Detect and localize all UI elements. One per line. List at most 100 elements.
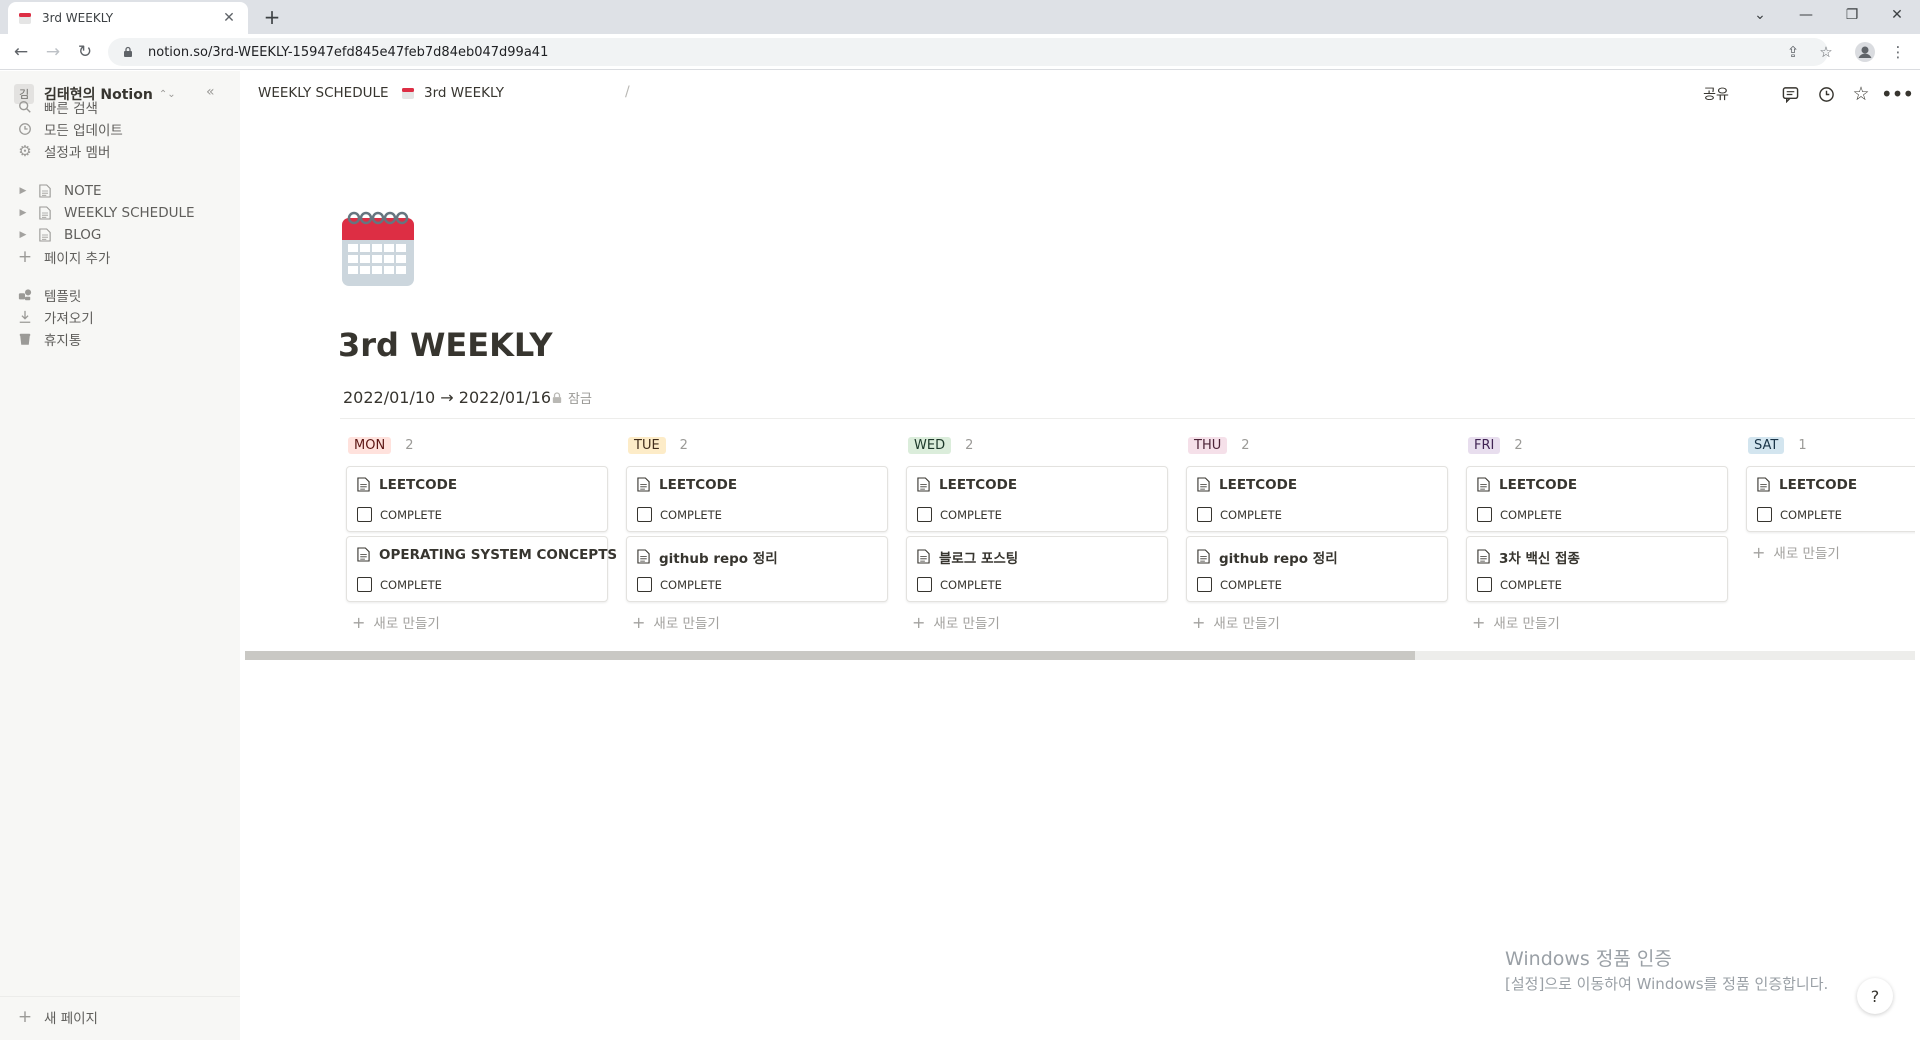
expand-arrow-icon[interactable]: ▶ xyxy=(16,208,30,218)
board-card[interactable]: github repo 정리 COMPLETE xyxy=(626,536,888,602)
complete-checkbox[interactable]: COMPLETE xyxy=(1197,507,1282,522)
add-page-button[interactable]: + 페이지 추가 xyxy=(0,243,240,270)
board-card[interactable]: github repo 정리 COMPLETE xyxy=(1186,536,1448,602)
complete-checkbox[interactable]: COMPLETE xyxy=(917,507,1002,522)
complete-checkbox[interactable]: COMPLETE xyxy=(357,507,442,522)
forward-icon[interactable]: → xyxy=(41,40,65,64)
board-card[interactable]: LEETCODE COMPLETE xyxy=(1746,466,1915,532)
tab-search-chevron-icon[interactable]: ⌄ xyxy=(1737,0,1783,30)
help-button[interactable]: ? xyxy=(1857,978,1893,1014)
complete-checkbox[interactable]: COMPLETE xyxy=(357,577,442,592)
new-card-button[interactable]: + 새로 만들기 xyxy=(632,612,884,633)
board-card[interactable]: LEETCODE COMPLETE xyxy=(626,466,888,532)
profile-avatar-icon[interactable] xyxy=(1854,41,1876,63)
share-button[interactable]: 공유 xyxy=(1696,82,1736,106)
browser-tab[interactable]: 3rd WEEKLY ✕ xyxy=(8,2,248,34)
complete-checkbox[interactable]: COMPLETE xyxy=(1477,577,1562,592)
checkbox-box[interactable] xyxy=(357,577,372,592)
browser-menu-icon[interactable]: ⋮ xyxy=(1887,41,1909,63)
checkbox-box[interactable] xyxy=(1757,507,1772,522)
expand-arrow-icon[interactable]: ▶ xyxy=(16,230,30,240)
breadcrumb-parent[interactable]: WEEKLY SCHEDULE xyxy=(258,85,389,101)
more-options-icon[interactable]: ••• xyxy=(1881,82,1914,106)
breadcrumb-current[interactable]: 3rd WEEKLY xyxy=(401,85,504,101)
new-card-button[interactable]: + 새로 만들기 xyxy=(1472,612,1724,633)
new-page-button[interactable]: + 새 페이지 xyxy=(0,996,240,1036)
board-card[interactable]: LEETCODE COMPLETE xyxy=(1186,466,1448,532)
checkbox-label: COMPLETE xyxy=(1780,507,1842,522)
minimize-button[interactable]: — xyxy=(1783,0,1829,30)
new-card-button[interactable]: + 새로 만들기 xyxy=(912,612,1164,633)
board-card[interactable]: LEETCODE COMPLETE xyxy=(1466,466,1728,532)
column-header[interactable]: FRI 2 xyxy=(1460,428,1724,462)
kanban-board: MON 2 LEETCODE COMPLETE OPERATING SYSTEM CON… xyxy=(340,428,1915,658)
board-card[interactable]: 3차 백신 접종 COMPLETE xyxy=(1466,536,1728,602)
sidebar-item-trash[interactable]: 휴지통 xyxy=(0,325,240,352)
favorite-star-icon[interactable]: ☆ xyxy=(1849,82,1873,106)
complete-checkbox[interactable]: COMPLETE xyxy=(917,577,1002,592)
page-calendar-emoji-icon[interactable] xyxy=(340,206,416,288)
complete-checkbox[interactable]: COMPLETE xyxy=(1197,577,1282,592)
card-title-text: 3차 백신 접종 xyxy=(1499,551,1580,567)
new-card-label: 새로 만들기 xyxy=(1493,616,1560,632)
complete-checkbox[interactable]: COMPLETE xyxy=(1757,507,1842,522)
reload-icon[interactable]: ↻ xyxy=(73,40,97,64)
comment-icon[interactable] xyxy=(1778,82,1802,106)
tab-close-icon[interactable]: ✕ xyxy=(220,10,238,26)
complete-checkbox[interactable]: COMPLETE xyxy=(1477,507,1562,522)
column-header[interactable]: THU 2 xyxy=(1180,428,1444,462)
new-card-button[interactable]: + 새로 만들기 xyxy=(1752,542,1915,563)
checkbox-box[interactable] xyxy=(1477,577,1492,592)
checkbox-label: COMPLETE xyxy=(380,507,442,522)
bookmark-star-icon[interactable]: ☆ xyxy=(1815,41,1837,63)
checkbox-box[interactable] xyxy=(637,507,652,522)
checkbox-box[interactable] xyxy=(917,507,932,522)
column-header[interactable]: MON 2 xyxy=(340,428,604,462)
column-header[interactable]: WED 2 xyxy=(900,428,1164,462)
checkbox-box[interactable] xyxy=(1197,507,1212,522)
sidebar-item-settings[interactable]: ⚙ 설정과 멤버 xyxy=(0,137,240,164)
close-window-button[interactable]: ✕ xyxy=(1874,0,1920,30)
board-card[interactable]: OPERATING SYSTEM CONCEPTS COMPLETE xyxy=(346,536,617,602)
watermark-title: Windows 정품 인증 xyxy=(1505,948,1672,970)
template-icon xyxy=(16,286,34,304)
complete-checkbox[interactable]: COMPLETE xyxy=(637,577,722,592)
board-column-tue: TUE 2 LEETCODE COMPLETE github repo 정리 COMPLE… xyxy=(620,428,888,633)
new-card-button[interactable]: + 새로 만들기 xyxy=(352,612,604,633)
checkbox-box[interactable] xyxy=(917,577,932,592)
expand-arrow-icon[interactable]: ▶ xyxy=(16,186,30,196)
back-icon[interactable]: ← xyxy=(9,40,33,64)
board-horizontal-scrollbar[interactable] xyxy=(245,651,1915,660)
date-range[interactable]: 2022/01/10 → 2022/01/16 xyxy=(343,388,551,407)
board-card[interactable]: LEETCODE COMPLETE xyxy=(346,466,608,532)
column-header[interactable]: SAT 1 xyxy=(1740,428,1915,462)
share-page-icon[interactable]: ⇪ xyxy=(1782,41,1804,63)
new-card-button[interactable]: + 새로 만들기 xyxy=(1192,612,1444,633)
checkbox-label: COMPLETE xyxy=(940,507,1002,522)
checkbox-label: COMPLETE xyxy=(1500,507,1562,522)
column-header[interactable]: TUE 2 xyxy=(620,428,884,462)
checkbox-box[interactable] xyxy=(357,507,372,522)
checkbox-box[interactable] xyxy=(637,577,652,592)
address-bar[interactable]: notion.so/3rd-WEEKLY-15947efd845e47feb7d… xyxy=(108,38,1828,66)
board-card[interactable]: 블로그 포스팅 COMPLETE xyxy=(906,536,1168,602)
lock-toggle[interactable]: 잠금 xyxy=(552,388,592,407)
scrollbar-thumb[interactable] xyxy=(245,651,1415,660)
breadcrumb-current-label: 3rd WEEKLY xyxy=(424,85,504,101)
card-title-text: 블로그 포스팅 xyxy=(939,551,1019,567)
board-card[interactable]: LEETCODE COMPLETE xyxy=(906,466,1168,532)
checkbox-box[interactable] xyxy=(1477,507,1492,522)
checkbox-box[interactable] xyxy=(1197,577,1212,592)
board-column-fri: FRI 2 LEETCODE COMPLETE 3차 백신 접종 COMPLETE + 새로 … xyxy=(1460,428,1728,633)
page-title[interactable]: 3rd WEEKLY xyxy=(338,326,552,364)
lock-icon xyxy=(552,391,562,403)
lock-icon xyxy=(124,46,132,57)
browser-toolbar: ← → ↻ notion.so/3rd-WEEKLY-15947efd845e4… xyxy=(0,34,1920,70)
complete-checkbox[interactable]: COMPLETE xyxy=(637,507,722,522)
history-clock-icon[interactable] xyxy=(1814,82,1838,106)
board-column-wed: WED 2 LEETCODE COMPLETE 블로그 포스팅 COMPLETE + 새로 만… xyxy=(900,428,1168,633)
card-title-text: LEETCODE xyxy=(1499,477,1578,493)
page-doc-icon xyxy=(1197,549,1211,565)
new-tab-button[interactable]: + xyxy=(260,5,284,29)
restore-button[interactable]: ❐ xyxy=(1829,0,1875,30)
